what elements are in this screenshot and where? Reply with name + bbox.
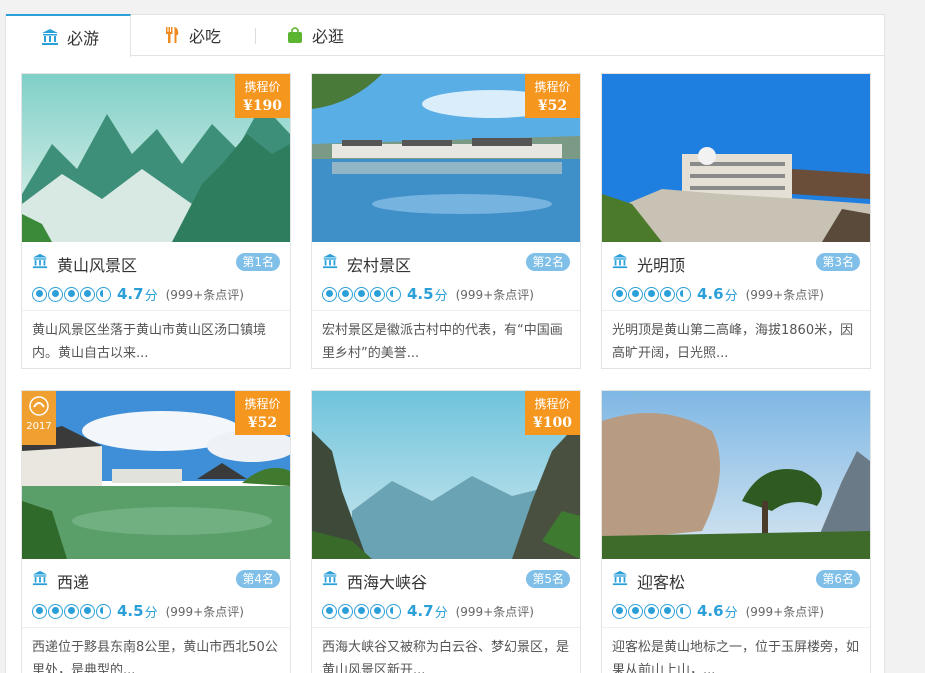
score-unit: 分: [724, 605, 738, 621]
attraction-photo[interactable]: [602, 391, 870, 559]
price-label: 携程价: [244, 397, 281, 411]
price-badge: 携程价 ¥52: [235, 391, 290, 435]
award-year: 2017: [26, 421, 52, 432]
rank-badge: 第1名: [236, 253, 280, 271]
tab-label: 必吃: [189, 27, 222, 46]
rating-dots-icon: [612, 286, 691, 302]
attraction-description: 黄山风景区坐落于黄山市黄山区汤口镇境内。黄山自古以来...: [22, 310, 290, 365]
price-badge: 携程价 ¥190: [235, 74, 290, 118]
rating-dots-icon: [322, 603, 401, 619]
rank-badge: 第5名: [526, 570, 570, 588]
review-count[interactable]: (999+条点评): [456, 603, 534, 620]
rating-dots-icon: [32, 603, 111, 619]
rating-dots-icon: [612, 603, 691, 619]
review-count[interactable]: (999+条点评): [746, 603, 824, 620]
review-count[interactable]: (999+条点评): [166, 286, 244, 303]
attraction-name[interactable]: 西递: [57, 569, 89, 593]
tab-must-shop[interactable]: 必逛: [284, 14, 379, 56]
laurel-icon: [22, 391, 56, 421]
shopping-bag-icon: [284, 24, 306, 46]
award-badge: 2017: [22, 391, 56, 445]
museum-icon: [612, 570, 628, 590]
price-badge: 携程价 ¥100: [525, 391, 580, 435]
attraction-name[interactable]: 光明顶: [637, 252, 685, 276]
attraction-card[interactable]: 2017 携程价 ¥52 西递 第4名 4.5 分 (999+条点评) 西递位于…: [21, 390, 291, 673]
price-value: ¥190: [243, 98, 282, 114]
score-unit: 分: [434, 288, 448, 304]
rank-badge: 第6名: [816, 570, 860, 588]
attraction-photo[interactable]: [602, 74, 870, 242]
attraction-card[interactable]: 携程价 ¥190 黄山风景区 第1名 4.7 分 (999+条点评) 黄山风景区…: [21, 73, 291, 369]
rating-dots-icon: [32, 286, 111, 302]
rating: 4.5 分 (999+条点评): [322, 284, 534, 304]
price-label: 携程价: [244, 80, 281, 94]
price-value: ¥52: [537, 98, 568, 114]
attraction-description: 迎客松是黄山地标之一，位于玉屏楼旁，如果从前山上山，...: [602, 627, 870, 673]
museum-icon: [39, 26, 61, 48]
score: 4.5: [117, 602, 144, 620]
rank-badge: 第4名: [236, 570, 280, 588]
review-count[interactable]: (999+条点评): [746, 286, 824, 303]
museum-icon: [612, 253, 628, 273]
score-unit: 分: [144, 288, 158, 304]
tab-label: 必逛: [312, 27, 345, 46]
attraction-description: 西海大峡谷又被称为白云谷、梦幻景区，是黄山风景区新开...: [312, 627, 580, 673]
score: 4.6: [697, 285, 724, 303]
rating: 4.7 分 (999+条点评): [322, 601, 534, 621]
score: 4.5: [407, 285, 434, 303]
price-label: 携程价: [534, 397, 571, 411]
tab-must-visit[interactable]: 必游: [6, 14, 131, 57]
price-badge: 携程价 ¥52: [525, 74, 580, 118]
score-unit: 分: [724, 288, 738, 304]
score-unit: 分: [434, 605, 448, 621]
score: 4.7: [117, 285, 144, 303]
rating-dots-icon: [322, 286, 401, 302]
museum-icon: [32, 570, 48, 590]
tab-divider: [255, 28, 256, 44]
review-count[interactable]: (999+条点评): [166, 603, 244, 620]
museum-icon: [322, 570, 338, 590]
score-unit: 分: [144, 605, 158, 621]
attraction-description: 光明顶是黄山第二高峰，海拔1860米，因高旷开阔，日光照...: [602, 310, 870, 365]
attraction-description: 西递位于黟县东南8公里，黄山市西北50公里处，是典型的...: [22, 627, 290, 673]
rating: 4.6 分 (999+条点评): [612, 601, 824, 621]
attraction-name[interactable]: 宏村景区: [347, 252, 411, 276]
score: 4.7: [407, 602, 434, 620]
score: 4.6: [697, 602, 724, 620]
tab-label: 必游: [67, 28, 100, 48]
attraction-card[interactable]: 光明顶 第3名 4.6 分 (999+条点评) 光明顶是黄山第二高峰，海拔186…: [601, 73, 871, 369]
museum-icon: [32, 253, 48, 273]
category-tabs: 必游 必吃 必逛: [6, 14, 884, 57]
rank-badge: 第3名: [816, 253, 860, 271]
attraction-description: 宏村景区是徽派古村中的代表，有“中国画里乡村”的美誉...: [312, 310, 580, 365]
fork-knife-icon: [161, 24, 183, 46]
attraction-card[interactable]: 迎客松 第6名 4.6 分 (999+条点评) 迎客松是黄山地标之一，位于玉屏楼…: [601, 390, 871, 673]
attraction-name[interactable]: 西海大峡谷: [347, 569, 427, 593]
rating: 4.5 分 (999+条点评): [32, 601, 244, 621]
museum-icon: [322, 253, 338, 273]
attractions-panel: 必游 必吃 必逛 携程价 ¥190 黄山风景区 第1名 4.7 分 (999+条…: [5, 14, 885, 673]
attraction-card[interactable]: 携程价 ¥100 西海大峡谷 第5名 4.7 分 (999+条点评) 西海大峡谷…: [311, 390, 581, 673]
price-value: ¥52: [247, 415, 278, 431]
attraction-name[interactable]: 迎客松: [637, 569, 685, 593]
attraction-name[interactable]: 黄山风景区: [57, 252, 137, 276]
rating: 4.7 分 (999+条点评): [32, 284, 244, 304]
review-count[interactable]: (999+条点评): [456, 286, 534, 303]
attraction-card[interactable]: 携程价 ¥52 宏村景区 第2名 4.5 分 (999+条点评) 宏村景区是徽派…: [311, 73, 581, 369]
tab-must-eat[interactable]: 必吃: [161, 14, 256, 56]
price-label: 携程价: [534, 80, 571, 94]
price-value: ¥100: [533, 415, 572, 431]
rank-badge: 第2名: [526, 253, 570, 271]
rating: 4.6 分 (999+条点评): [612, 284, 824, 304]
